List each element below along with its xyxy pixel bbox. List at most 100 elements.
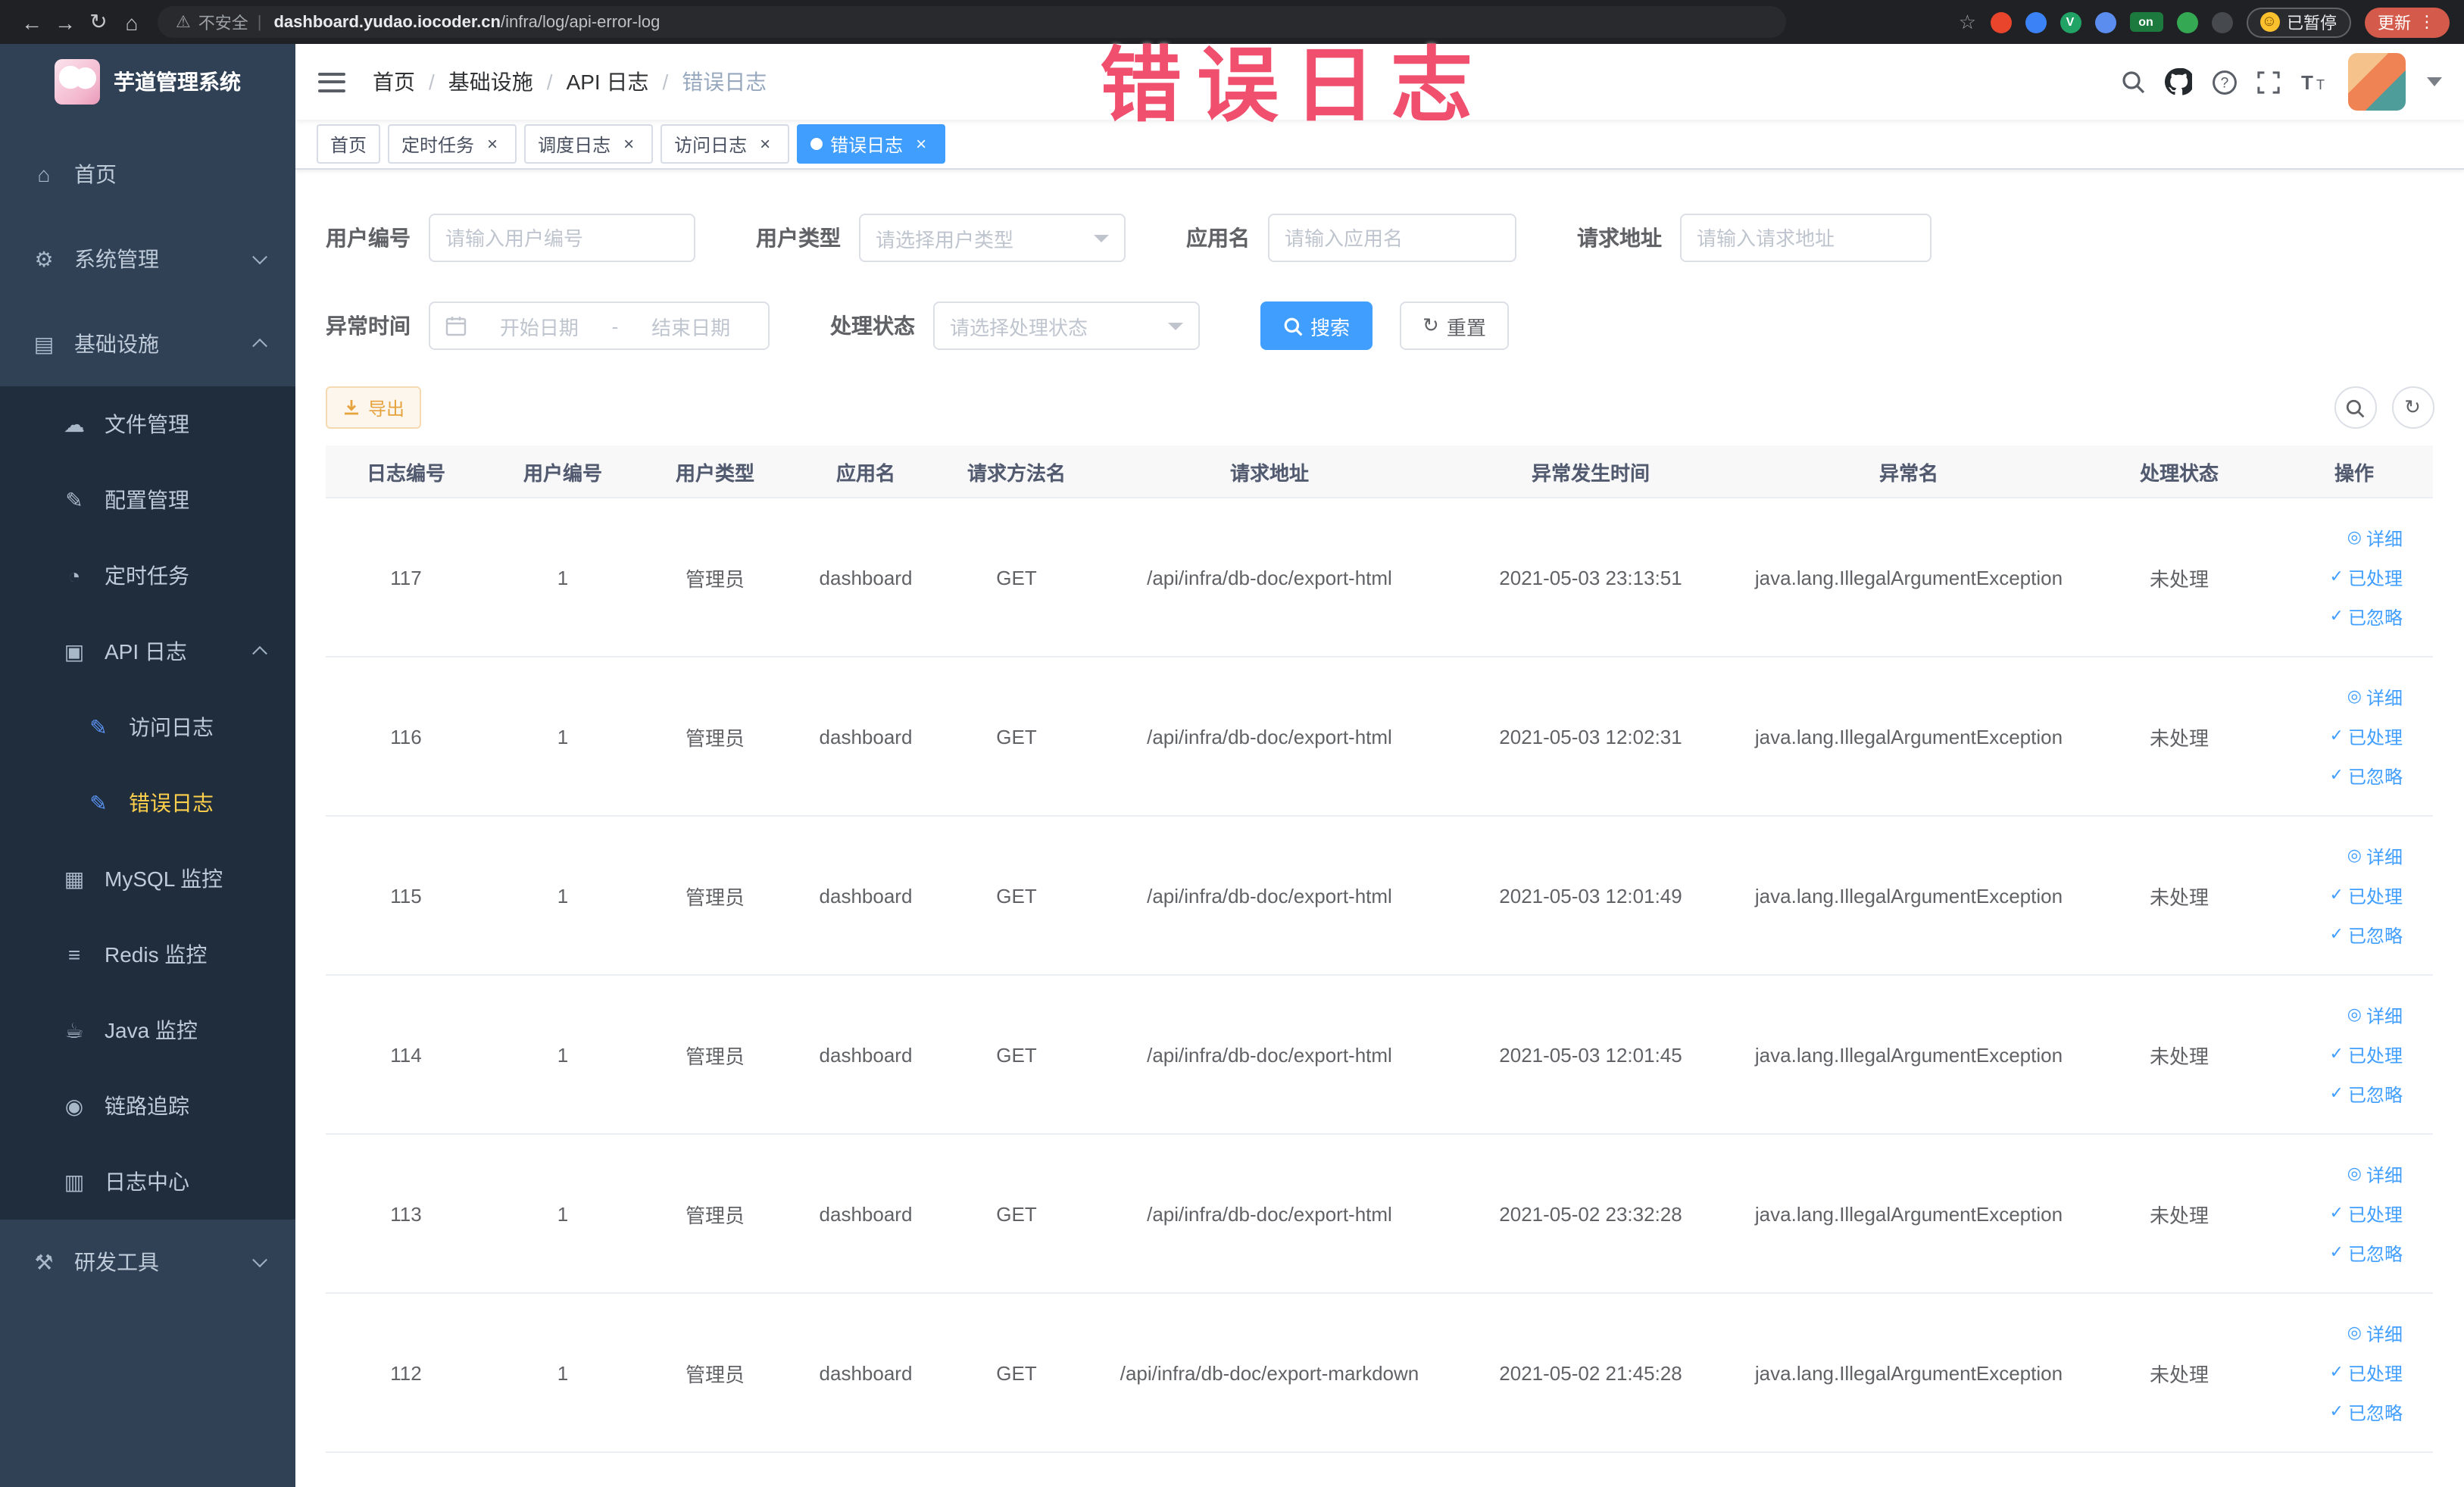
help-icon[interactable]: ?	[2211, 69, 2237, 95]
github-icon[interactable]	[2164, 68, 2191, 95]
column-header: 用户编号	[523, 461, 602, 484]
action-已忽略[interactable]: ✓ 已忽略	[2330, 922, 2403, 948]
action-已处理[interactable]: ✓ 已处理	[2330, 723, 2403, 749]
action-已处理[interactable]: ✓ 已处理	[2330, 564, 2403, 590]
date-range-picker[interactable]: 开始日期 - 结束日期	[429, 301, 770, 350]
font-size-icon[interactable]: TT	[2299, 70, 2328, 94]
exception-time-label: 异常时间	[326, 314, 411, 338]
user-type-select[interactable]: 请选择用户类型	[859, 214, 1126, 262]
refresh-table-button[interactable]: ↻	[2391, 386, 2434, 429]
sidebar-item-infrastructure[interactable]: ▤ 基础设施	[0, 301, 295, 386]
user-id-input[interactable]	[429, 214, 695, 262]
tab-首页[interactable]: 首页	[317, 124, 381, 164]
tab-访问日志[interactable]: 访问日志 ×	[661, 124, 790, 164]
action-详细[interactable]: ◎ 详细	[2347, 684, 2403, 710]
sidebar-item-link-tracing[interactable]: ◉ 链路追踪	[0, 1068, 295, 1144]
user-avatar[interactable]	[2347, 53, 2405, 111]
extension-on-badge-icon[interactable]: on	[2129, 12, 2163, 32]
breadcrumb-item[interactable]: 首页	[373, 67, 415, 97]
svg-text:T: T	[2316, 77, 2324, 92]
breadcrumb-item[interactable]: 基础设施	[448, 67, 533, 97]
sidebar-item-scheduled-tasks[interactable]: ◔ 定时任务	[0, 538, 295, 614]
tab-close-icon[interactable]: ×	[910, 133, 932, 155]
action-已忽略[interactable]: ✓ 已忽略	[2330, 604, 2403, 629]
browser-home-icon[interactable]: ⌂	[115, 10, 148, 34]
sidebar-item-file-management[interactable]: ☁ 文件管理	[0, 386, 295, 462]
browser-update-button[interactable]: 更新 ⋮	[2364, 7, 2449, 37]
search-icon	[1284, 317, 1303, 336]
extension-blue-grid-icon[interactable]	[2094, 11, 2116, 33]
action-详细[interactable]: ◎ 详细	[2347, 843, 2403, 869]
process-status-select[interactable]: 请选择处理状态	[933, 301, 1200, 350]
column-header: 处理状态	[2139, 461, 2219, 484]
avatar-caret-icon[interactable]	[2426, 77, 2441, 86]
filter-user-id: 用户编号	[326, 214, 695, 262]
sidebar-item-redis-monitor[interactable]: ≡ Redis 监控	[0, 917, 295, 992]
app-name-input[interactable]	[1268, 214, 1516, 262]
action-已处理[interactable]: ✓ 已处理	[2330, 883, 2403, 908]
browser-back-icon[interactable]: ←	[15, 10, 48, 34]
sidebar-item-system-management[interactable]: ⚙ 系统管理	[0, 217, 295, 301]
sidebar-logo[interactable]: 芋道管理系统	[0, 44, 295, 120]
check-icon: ✓	[2329, 726, 2344, 745]
action-已忽略[interactable]: ✓ 已忽略	[2330, 1081, 2403, 1107]
detail-eye-icon: ◎	[2347, 1164, 2362, 1182]
sidebar-item-home[interactable]: ⌂ 首页	[0, 132, 295, 217]
reset-button[interactable]: ↻ 重置	[1400, 301, 1509, 350]
svg-text:?: ?	[2220, 74, 2228, 90]
action-详细[interactable]: ◎ 详细	[2347, 1002, 2403, 1028]
search-button[interactable]: 搜索	[1260, 301, 1373, 350]
hide-search-button[interactable]	[2334, 386, 2376, 429]
tab-错误日志[interactable]: 错误日志 ×	[797, 124, 946, 164]
search-icon[interactable]	[2120, 70, 2144, 94]
action-详细[interactable]: ◎ 详细	[2347, 1320, 2403, 1346]
sidebar-item-java-monitor[interactable]: ☕ Java 监控	[0, 992, 295, 1068]
timer-icon: ◔	[67, 564, 81, 588]
request-url-label: 请求地址	[1577, 226, 1662, 250]
extension-green-circle-icon[interactable]: V	[2060, 11, 2081, 33]
tab-close-icon[interactable]: ×	[482, 133, 503, 155]
table-row: 113 1 管理员 dashboard GET/api/infra/db-doc/exp…	[326, 1135, 2433, 1294]
action-已忽略[interactable]: ✓ 已忽略	[2330, 1240, 2403, 1266]
sidebar-item-api-logs[interactable]: ▣ API 日志	[0, 614, 295, 689]
cell: 管理员	[685, 567, 745, 590]
address-bar[interactable]: ⚠ 不安全 | dashboard.yudao.iocoder.cn/infra…	[158, 6, 1786, 38]
extension-green-leaf-icon[interactable]	[2176, 11, 2197, 33]
bookmark-star-icon[interactable]: ☆	[1959, 10, 1976, 34]
sidebar-item-error-logs[interactable]: ✎ 错误日志	[0, 765, 295, 841]
hamburger-icon[interactable]	[318, 72, 345, 92]
extension-dark-icon[interactable]	[2211, 11, 2232, 33]
breadcrumb-item[interactable]: API 日志	[567, 67, 649, 97]
export-button[interactable]: 导出	[326, 386, 422, 429]
action-已忽略[interactable]: ✓ 已忽略	[2330, 1399, 2403, 1425]
request-url-input[interactable]	[1680, 214, 1932, 262]
action-已处理[interactable]: ✓ 已处理	[2330, 1042, 2403, 1067]
action-已处理[interactable]: ✓ 已处理	[2330, 1201, 2403, 1226]
fullscreen-icon[interactable]	[2256, 70, 2279, 93]
sidebar-item-log-center[interactable]: ▥ 日志中心	[0, 1144, 295, 1220]
tab-调度日志[interactable]: 调度日志 ×	[524, 124, 654, 164]
cell: 管理员	[685, 1363, 745, 1385]
sidebar-item-config-management[interactable]: ✎ 配置管理	[0, 462, 295, 538]
action-已忽略[interactable]: ✓ 已忽略	[2330, 763, 2403, 789]
detail-eye-icon: ◎	[2347, 1323, 2362, 1342]
sidebar-item-access-logs[interactable]: ✎ 访问日志	[0, 689, 295, 765]
tab-定时任务[interactable]: 定时任务 ×	[388, 124, 517, 164]
check-icon: ✓	[2329, 886, 2344, 904]
export-button-label: 导出	[368, 398, 405, 419]
extension-red-icon[interactable]	[1990, 11, 2011, 33]
cell: 1	[557, 1202, 569, 1225]
action-详细[interactable]: ◎ 详细	[2347, 1161, 2403, 1187]
tab-close-icon[interactable]: ×	[618, 133, 639, 155]
action-已处理[interactable]: ✓ 已处理	[2330, 1360, 2403, 1385]
sidebar-item-dev-tools[interactable]: ⚒ 研发工具	[0, 1220, 295, 1304]
tab-close-icon[interactable]: ×	[754, 133, 776, 155]
sidebar-item-mysql-monitor[interactable]: ▦ MySQL 监控	[0, 841, 295, 917]
extension-blue-drop-icon[interactable]	[2025, 11, 2046, 33]
column-header: 请求地址	[1229, 461, 1309, 484]
action-详细[interactable]: ◎ 详细	[2347, 525, 2403, 551]
paused-extension-pill[interactable]: ☺ 已暂停	[2246, 7, 2350, 37]
browser-forward-icon[interactable]: →	[48, 10, 82, 34]
browser-menu-icon[interactable]: ⋮	[2419, 12, 2435, 32]
browser-reload-icon[interactable]: ↻	[82, 9, 115, 35]
